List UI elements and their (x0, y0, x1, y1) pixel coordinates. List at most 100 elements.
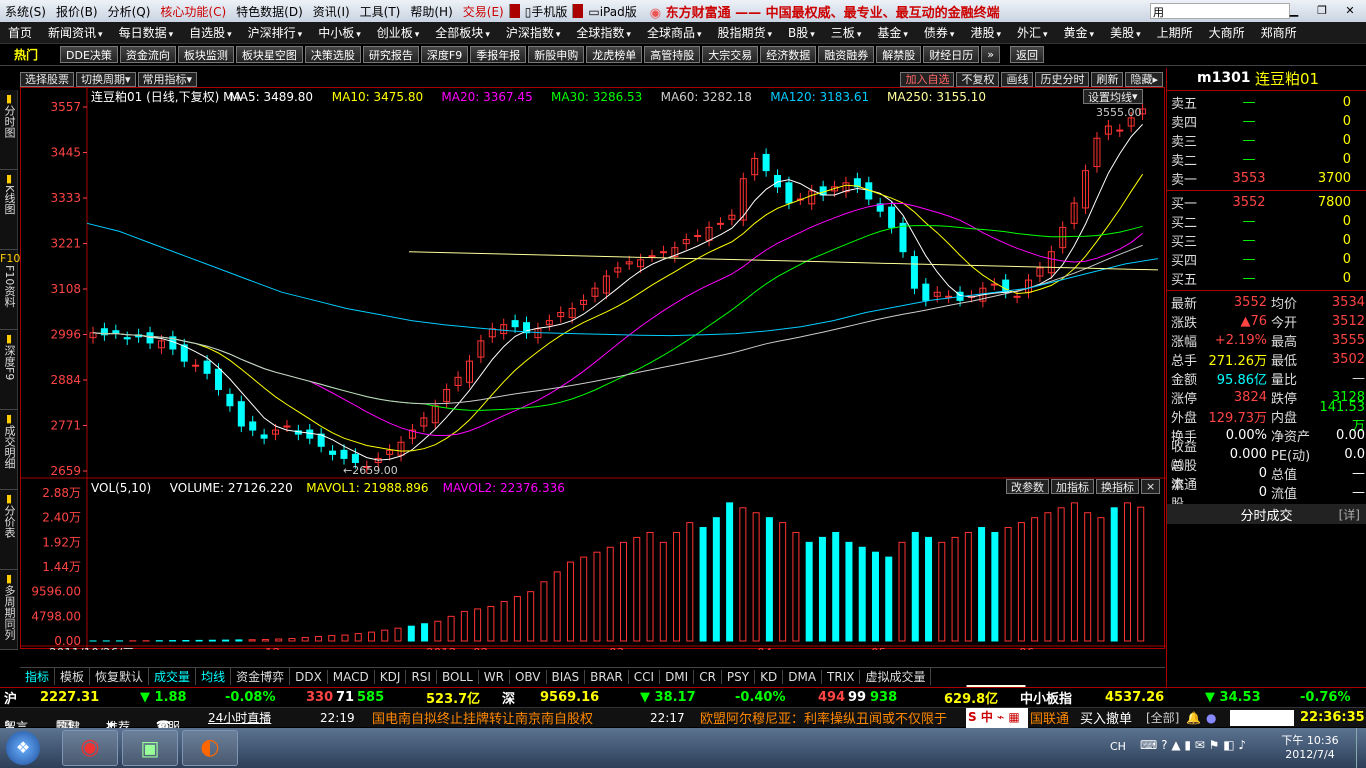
history-intraday-button[interactable]: 历史分时 (1035, 71, 1090, 87)
indicator-tab-5[interactable]: 资金博弈 (231, 668, 291, 685)
add-watchlist-button[interactable]: 加入自选 (900, 71, 955, 87)
sme-value[interactable]: 4537.26 (1105, 690, 1164, 705)
nav-item-15[interactable]: 债券 (916, 24, 963, 41)
hot-button-15[interactable]: 财经日历 (923, 46, 980, 63)
menu-core[interactable]: 核心功能(C) (155, 3, 231, 20)
menu-analysis[interactable]: 分析(Q) (103, 3, 156, 20)
menu-info[interactable]: 资讯(I) (308, 3, 355, 20)
nav-item-16[interactable]: 港股 (962, 24, 1009, 41)
menu-help[interactable]: 帮助(H) (405, 3, 457, 20)
indicator-tab-2[interactable]: 恢复默认 (90, 668, 150, 685)
nav-item-5[interactable]: 中小板 (310, 24, 369, 41)
hot-button-13[interactable]: 融资融券 (818, 46, 875, 63)
nav-item-14[interactable]: 基金 (869, 24, 916, 41)
tick-detail-link[interactable]: [详] (1339, 506, 1360, 523)
hot-button-17[interactable]: 返回 (1009, 46, 1044, 63)
hide-button[interactable]: 隐藏 ▸ (1125, 71, 1163, 87)
indicator-tab-17[interactable]: CR (694, 669, 722, 684)
indicator-tab-3[interactable]: 成交量 (149, 668, 197, 685)
menu-quote[interactable]: 报价(B) (51, 3, 103, 20)
indicator-tab-7[interactable]: MACD (328, 669, 375, 684)
indicator-tab-19[interactable]: KD (755, 669, 784, 684)
hot-button-7[interactable]: 季报年报 (470, 46, 527, 63)
indicator-tab-8[interactable]: KDJ (375, 669, 407, 684)
indicator-tab-4[interactable]: 均线 (196, 668, 232, 685)
nav-item-3[interactable]: 自选股 (181, 24, 240, 41)
nav-item-18[interactable]: 黄金 (1056, 24, 1103, 41)
close-icon[interactable]: ✕ (1338, 2, 1362, 19)
buy-cancel-button[interactable]: 买入撤单 (1080, 708, 1132, 727)
menu-special-data[interactable]: 特色数据(D) (231, 3, 308, 20)
indicator-tab-12[interactable]: OBV (510, 669, 547, 684)
hot-button-5[interactable]: 研究报告 (362, 46, 419, 63)
nav-item-12[interactable]: B股 (780, 24, 823, 41)
indicator-tab-16[interactable]: DMI (660, 669, 695, 684)
nav-item-0[interactable]: 首页 (0, 24, 40, 41)
left-tab-2[interactable]: F10 F10资料 (0, 250, 20, 330)
live-feed-link[interactable]: 24小时直播 (208, 709, 271, 726)
nav-item-7[interactable]: 全部板块 (427, 24, 498, 41)
nav-item-8[interactable]: 沪深指数 (498, 24, 569, 41)
left-tab-4[interactable]: ▮ 成交明细 (0, 410, 18, 490)
close-panel-button[interactable]: × (1141, 479, 1161, 494)
hot-button-14[interactable]: 解禁股 (876, 46, 922, 63)
left-tab-1[interactable]: ▮ K线图 (0, 170, 18, 250)
hot-button-16[interactable]: » (981, 46, 1000, 63)
nav-item-21[interactable]: 大商所 (1201, 24, 1253, 41)
draw-line-button[interactable]: 画线 (1001, 71, 1034, 87)
indicator-tab-22[interactable]: 虚拟成交量 (860, 668, 932, 685)
kline-chart-area[interactable]: 3557 3445 3333 3221 3108 2996 2884 2771 2659 2.88… (20, 87, 1166, 660)
nav-item-6[interactable]: 创业板 (369, 24, 428, 41)
switch-period-button[interactable]: 切换周期 ▾ (76, 71, 136, 87)
menu-system[interactable]: 系统(S) (0, 3, 51, 20)
nav-item-22[interactable]: 郑商所 (1253, 24, 1305, 41)
sell-row[interactable]: 卖四 — 0 (1167, 112, 1366, 131)
hot-button-11[interactable]: 大宗交易 (702, 46, 759, 63)
start-button[interactable]: ❖ (6, 731, 40, 765)
all-news-link[interactable]: [全部] (1146, 709, 1179, 726)
menu-tools[interactable]: 工具(T) (355, 3, 406, 20)
news-headline-3[interactable]: 国联通 (1030, 708, 1069, 727)
hot-button-4[interactable]: 决策选股 (304, 46, 361, 63)
sell-row[interactable]: 卖一 3553 3700 (1167, 169, 1366, 188)
minimize-icon[interactable]: ▁ (1282, 2, 1306, 19)
mobile-version-link[interactable]: ▯手机版 (520, 3, 573, 20)
buy-row[interactable]: 买一 3552 7800 (1167, 193, 1366, 212)
indicator-tab-20[interactable]: DMA (783, 669, 823, 684)
show-desktop-button[interactable] (1356, 728, 1366, 768)
add-indicator-button[interactable]: 加指标 (1051, 479, 1094, 494)
left-tab-5[interactable]: ▮ 分价表 (0, 490, 18, 570)
hot-button-0[interactable]: DDE决策 (60, 46, 118, 63)
nav-item-4[interactable]: 沪深排行 (240, 24, 311, 41)
bell-icon[interactable]: 🔔 (1186, 711, 1201, 725)
taskbar-date[interactable]: 2012/7/4 (1280, 748, 1340, 761)
sh-value[interactable]: 2227.31 (40, 690, 99, 705)
nav-item-19[interactable]: 美股 (1102, 24, 1149, 41)
news-headline-2[interactable]: 欧盟阿尔穆尼亚：利率操纵丑闻或不仅限于 (700, 708, 947, 727)
no-adjust-button[interactable]: 不复权 (956, 71, 1000, 87)
nav-item-11[interactable]: 股指期货 (709, 24, 780, 41)
left-tab-6[interactable]: ▮ 多周期同列 (0, 570, 18, 650)
buy-row[interactable]: 买五 — 0 (1167, 269, 1366, 288)
indicator-tab-10[interactable]: BOLL (437, 669, 479, 684)
indicator-tab-1[interactable]: 模板 (55, 668, 91, 685)
hot-button-6[interactable]: 深度F9 (420, 46, 469, 63)
select-stock-button[interactable]: 选择股票 (20, 71, 74, 87)
indicator-tab-18[interactable]: PSY (722, 669, 756, 684)
switch-indicator-button[interactable]: 换指标 (1096, 479, 1139, 494)
indicator-tab-11[interactable]: WR (479, 669, 510, 684)
buy-row[interactable]: 买二 — 0 (1167, 212, 1366, 231)
left-tab-3[interactable]: ▮ 深度F9 (0, 330, 18, 410)
indicator-tab-15[interactable]: CCI (629, 669, 661, 684)
indicator-tab-6[interactable]: DDX (290, 669, 328, 684)
nav-item-2[interactable]: 每日数据 (111, 24, 182, 41)
nav-item-20[interactable]: 上期所 (1149, 24, 1201, 41)
nav-item-1[interactable]: 新闻资讯 (40, 24, 111, 41)
common-indicator-button[interactable]: 常用指标 ▾ (137, 71, 198, 87)
hot-button-9[interactable]: 龙虎榜单 (586, 46, 643, 63)
change-param-button[interactable]: 改参数 (1006, 479, 1049, 494)
sell-row[interactable]: 卖三 — 0 (1167, 131, 1366, 150)
news-headline-1[interactable]: 国电南自拟终止挂牌转让南京南自股权 (372, 708, 593, 727)
hot-button-10[interactable]: 高管持股 (644, 46, 701, 63)
indicator-tab-14[interactable]: BRAR (585, 669, 629, 684)
